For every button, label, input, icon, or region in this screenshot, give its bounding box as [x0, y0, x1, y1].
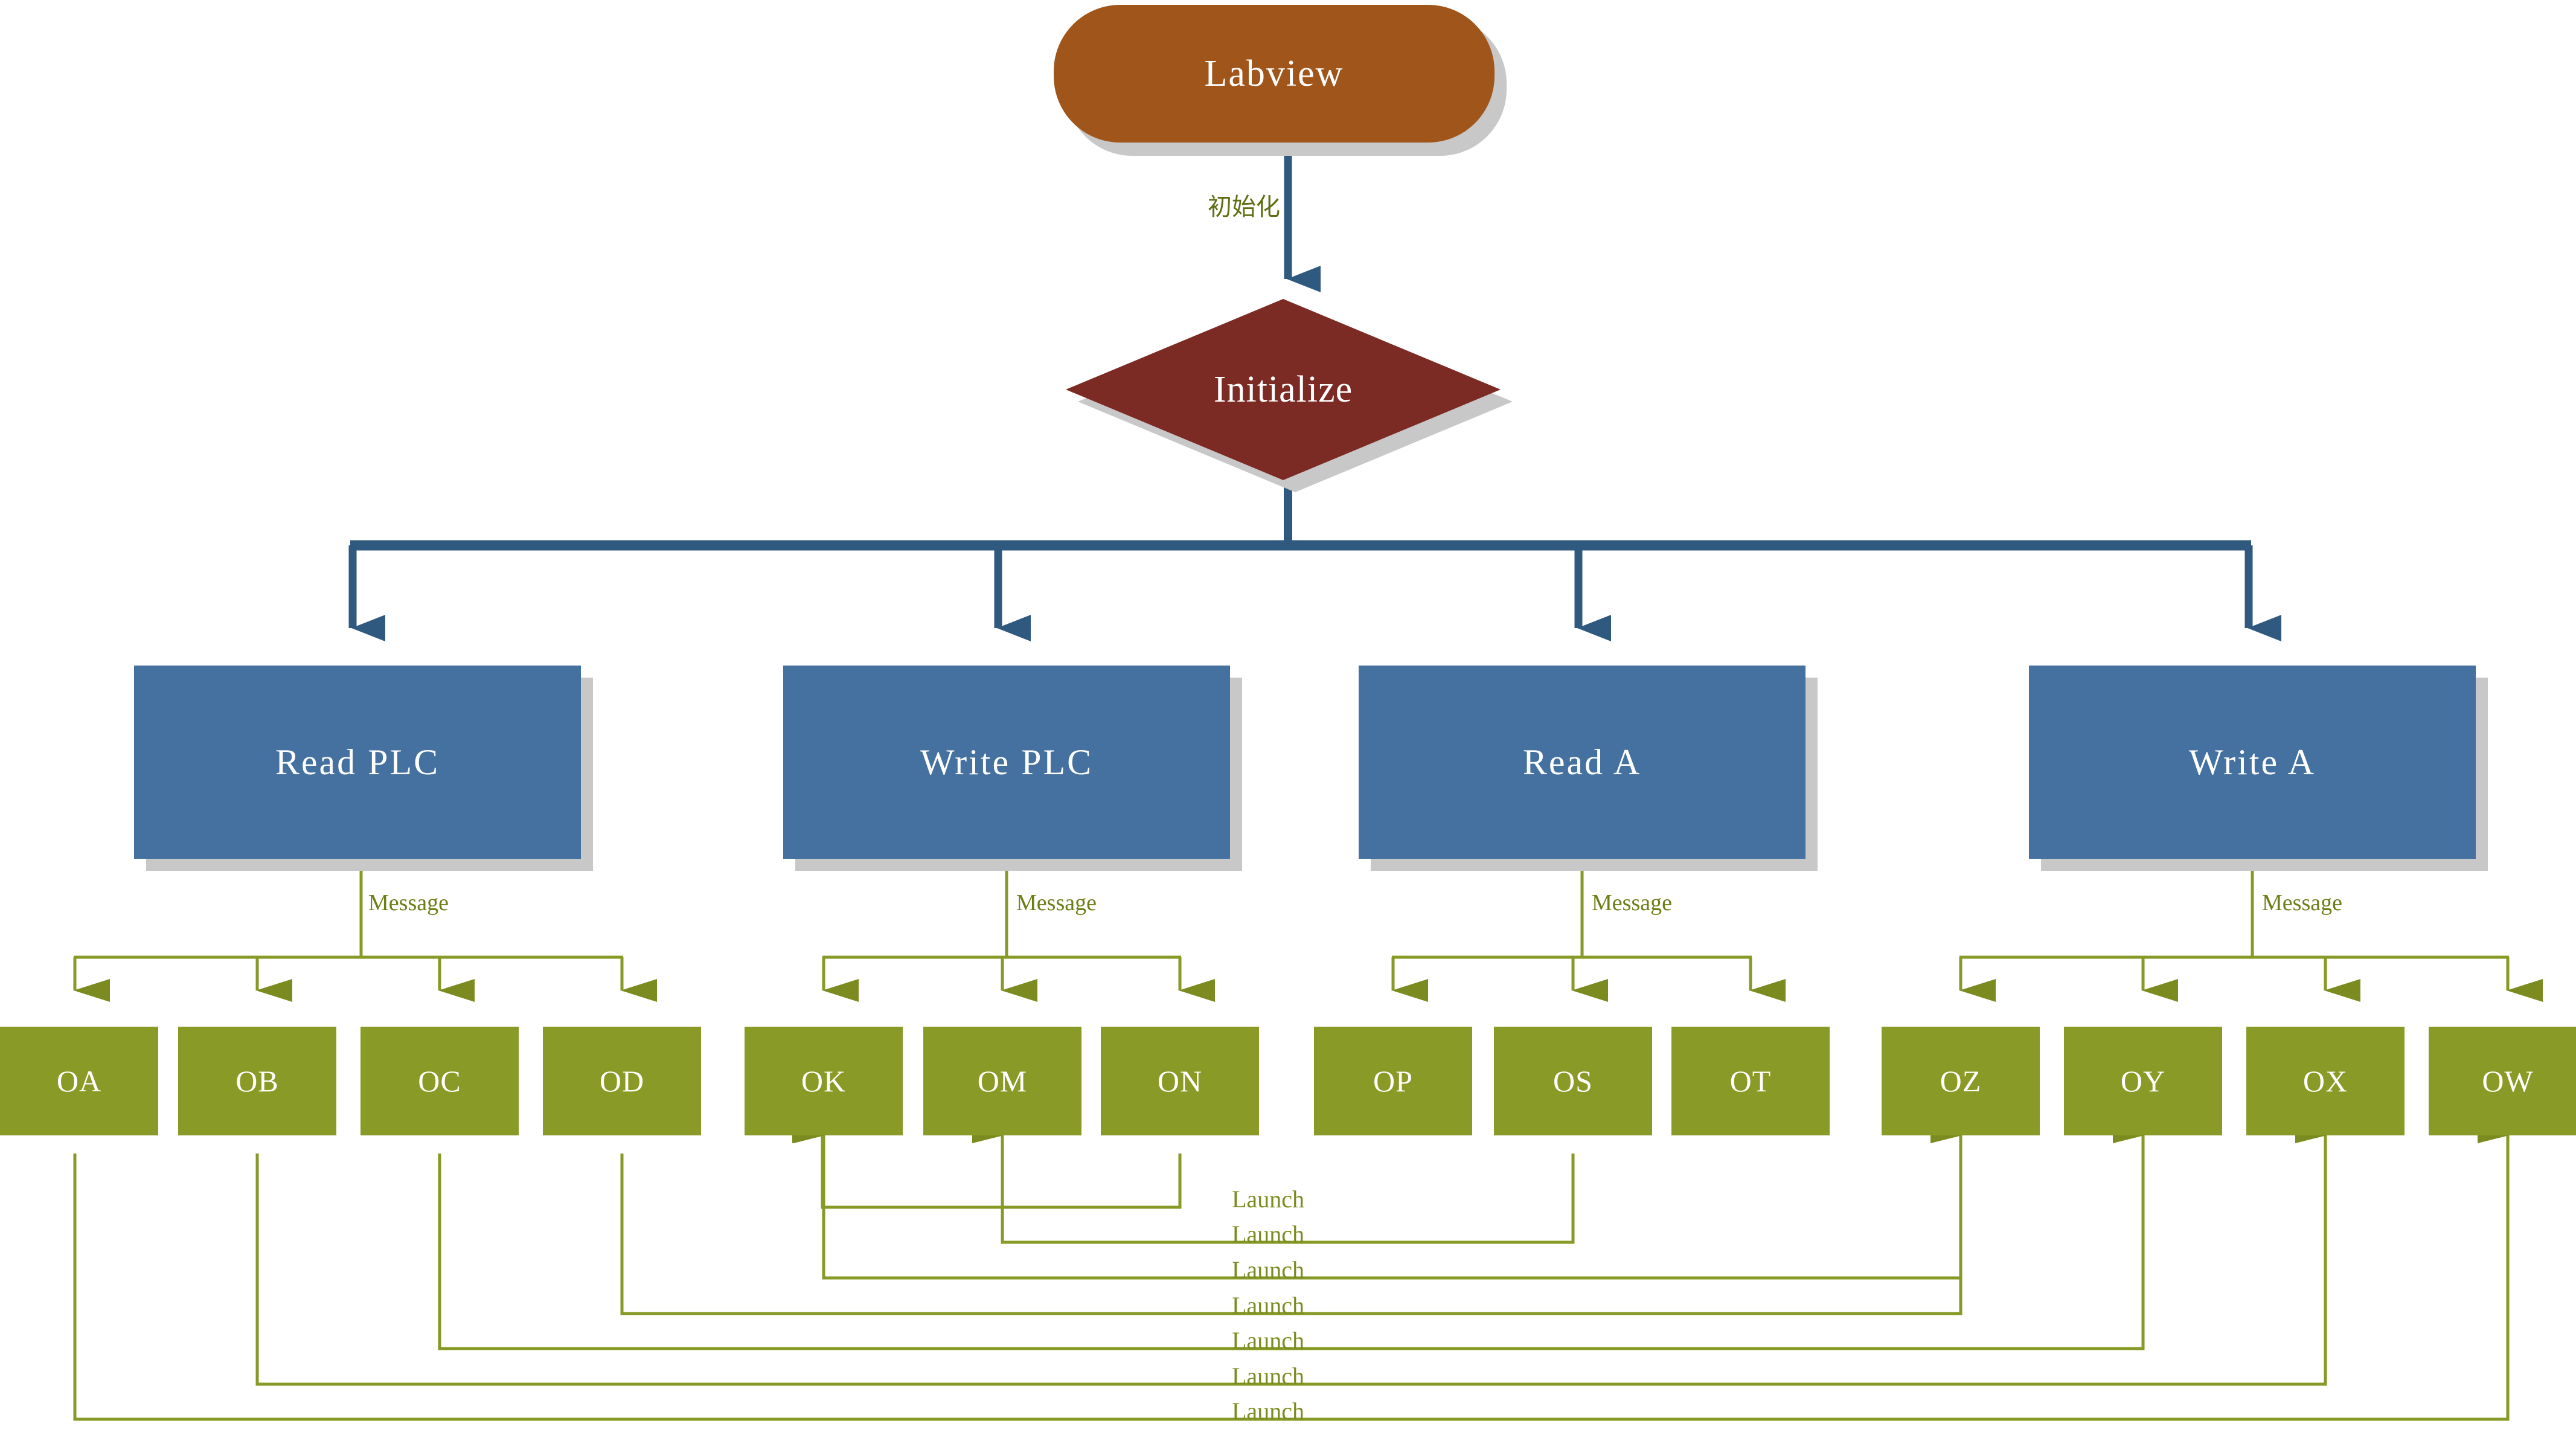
edge-label-message-2: Message	[1016, 890, 1097, 916]
task-node-oz[interactable]: OZ	[1882, 1027, 2040, 1135]
edge-label-launch-3: Launch	[1232, 1256, 1304, 1283]
task-node-ot-label: OT	[1729, 1064, 1772, 1098]
task-node-om[interactable]: OM	[923, 1027, 1081, 1135]
write-plc-node[interactable]: Write PLC	[783, 666, 1230, 859]
edge-writea-message-fanout	[1959, 864, 2543, 1002]
task-node-oy[interactable]: OY	[2064, 1027, 2222, 1135]
edge-label-message-3: Message	[1592, 890, 1672, 916]
task-node-oc[interactable]: OC	[360, 1027, 519, 1135]
edge-label-launch-1: Launch	[1232, 1186, 1304, 1213]
task-node-os[interactable]: OS	[1494, 1027, 1652, 1135]
task-node-ox[interactable]: OX	[2246, 1027, 2405, 1135]
task-node-on-label: ON	[1157, 1064, 1203, 1098]
task-node-ob[interactable]: OB	[178, 1027, 336, 1135]
labview-node-label: Labview	[1204, 53, 1344, 94]
write-plc-node-label: Write PLC	[920, 742, 1094, 782]
edge-label-message-1: Message	[368, 890, 449, 916]
task-node-ot[interactable]: OT	[1671, 1027, 1830, 1135]
task-node-ob-label: OB	[235, 1064, 279, 1098]
edge-label-launch-7: Launch	[1232, 1397, 1304, 1425]
edge-label-initialize: 初始化	[1208, 193, 1280, 221]
task-node-ok[interactable]: OK	[745, 1027, 903, 1135]
task-node-om-label: OM	[977, 1064, 1028, 1098]
edge-label-launch-2: Launch	[1232, 1221, 1304, 1248]
task-node-ox-label: OX	[2302, 1064, 2348, 1098]
edge-label-launch-5: Launch	[1232, 1327, 1304, 1354]
edge-label-launch-4: Launch	[1232, 1292, 1304, 1319]
task-node-on[interactable]: ON	[1101, 1027, 1259, 1135]
flowchart-canvas: Labview Initialize 初始化 Read PLC Write PL…	[0, 0, 2576, 1444]
edge-reada-message-fanout	[1391, 864, 1786, 1002]
task-node-od[interactable]: OD	[543, 1027, 701, 1135]
task-node-op[interactable]: OP	[1314, 1027, 1472, 1135]
edge-label-launch-6: Launch	[1232, 1362, 1304, 1390]
write-a-node[interactable]: Write A	[2029, 666, 2476, 859]
read-plc-node-label: Read PLC	[275, 742, 440, 782]
initialize-node-label: Initialize	[1213, 368, 1353, 410]
task-node-oz-label: OZ	[1940, 1064, 1982, 1098]
read-plc-node[interactable]: Read PLC	[134, 666, 581, 859]
task-node-oc-label: OC	[418, 1064, 461, 1098]
task-node-ok-label: OK	[801, 1064, 847, 1098]
edge-readplc-message-fanout	[73, 864, 657, 1002]
read-a-node-label: Read A	[1522, 742, 1642, 782]
edge-label-message-4: Message	[2262, 890, 2342, 916]
labview-node[interactable]: Labview	[1054, 5, 1495, 143]
task-node-oa-label: OA	[56, 1064, 102, 1098]
task-node-ow[interactable]: OW	[2429, 1027, 2576, 1135]
task-node-op-label: OP	[1373, 1064, 1413, 1098]
task-node-os-label: OS	[1553, 1064, 1593, 1098]
task-node-oy-label: OY	[2120, 1064, 2166, 1098]
task-node-oa[interactable]: OA	[0, 1027, 158, 1135]
read-a-node[interactable]: Read A	[1359, 666, 1805, 859]
write-a-node-label: Write A	[2188, 742, 2316, 782]
edge-writeplc-message-fanout	[822, 864, 1215, 1002]
task-node-ow-label: OW	[2482, 1064, 2534, 1098]
task-node-od-label: OD	[599, 1064, 645, 1098]
